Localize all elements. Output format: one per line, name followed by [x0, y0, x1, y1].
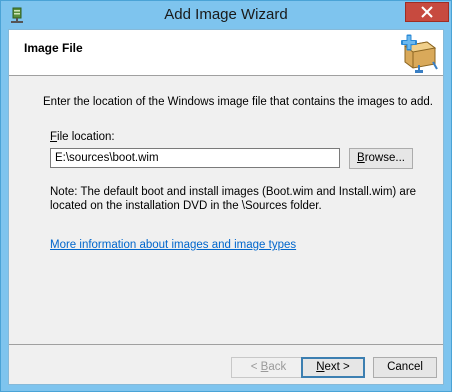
description-text: Enter the location of the Windows image … — [43, 96, 433, 108]
footer-separator — [9, 344, 443, 345]
cancel-button[interactable]: Cancel — [373, 357, 437, 378]
browse-button[interactable]: Browse... — [349, 148, 413, 169]
back-button[interactable]: < Back — [231, 357, 306, 378]
file-location-input[interactable] — [50, 148, 340, 168]
file-label-rest: ile location: — [57, 131, 115, 143]
window-title: Add Image Wizard — [164, 6, 288, 23]
back-rest: ack — [268, 361, 287, 373]
more-info-link[interactable]: More information about images and image … — [50, 239, 296, 251]
wizard-header: Image File — [9, 30, 443, 76]
page-title: Image File — [24, 41, 83, 55]
back-prefix: < — [250, 361, 261, 373]
next-button[interactable]: Next > — [301, 357, 365, 378]
add-image-icon — [401, 34, 438, 73]
next-accel: N — [316, 361, 325, 373]
browse-accel: B — [357, 152, 365, 164]
client-area: Image File Enter the location of the Win… — [8, 29, 444, 385]
close-icon — [421, 6, 433, 18]
next-rest: ext > — [324, 361, 350, 373]
browse-rest: rowse... — [364, 152, 405, 164]
file-label-accel: F — [50, 131, 58, 143]
wizard-window: Add Image Wizard Image File Enter the lo… — [0, 0, 452, 392]
close-button[interactable] — [405, 2, 449, 22]
file-location-label: File location: — [50, 131, 115, 143]
note-text: Note: The default boot and install image… — [50, 186, 417, 212]
title-bar[interactable]: Add Image Wizard — [1, 1, 451, 29]
